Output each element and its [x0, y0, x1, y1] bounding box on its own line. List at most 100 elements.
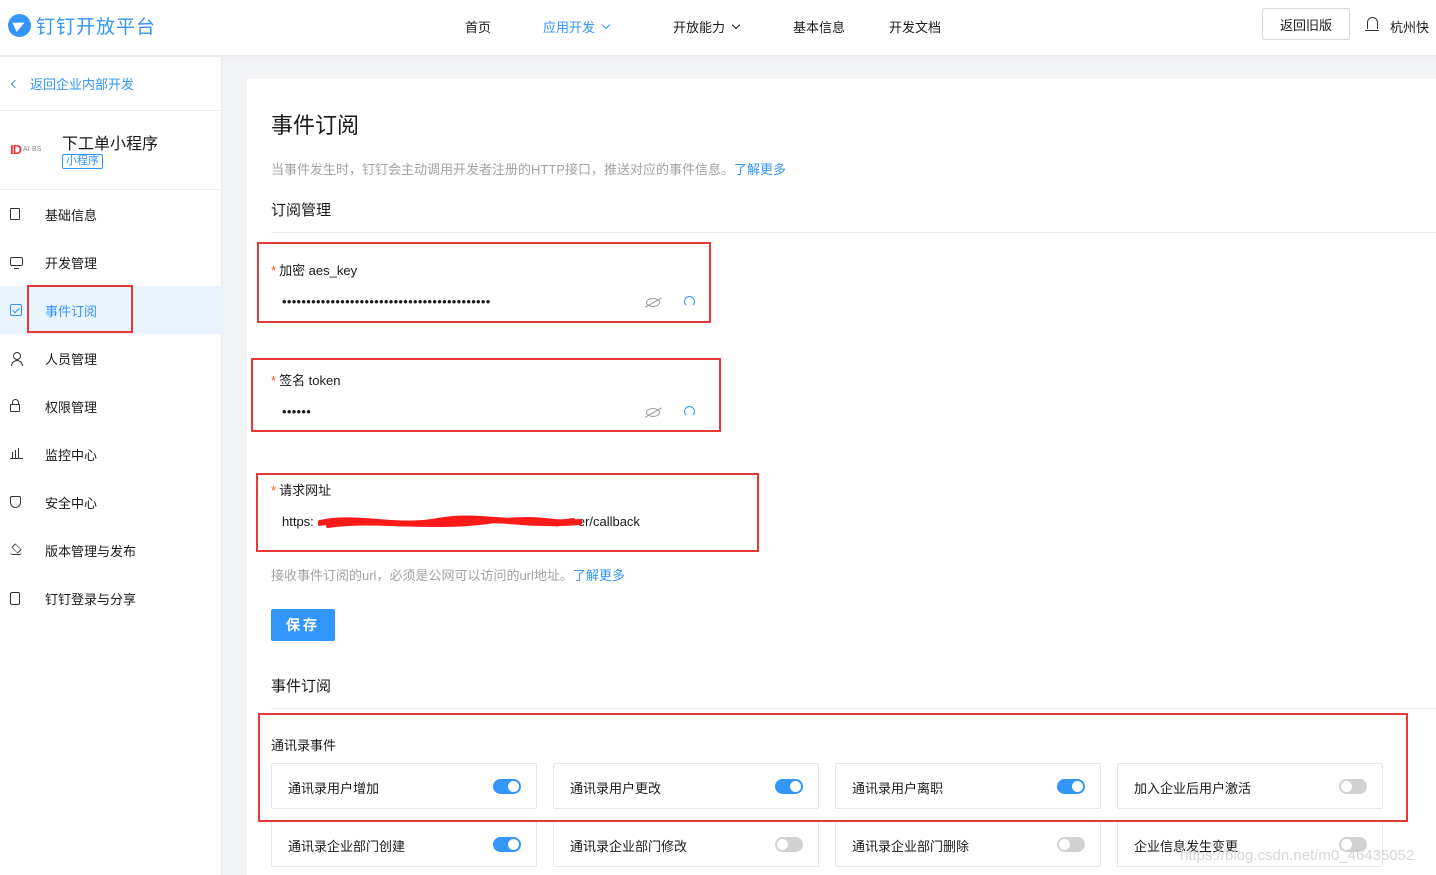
- url-hint-text: 接收事件订阅的url，必须是公网可以访问的url地址。: [271, 568, 573, 583]
- monitor-icon: [10, 257, 23, 269]
- platform-logo[interactable]: 钉钉开放平台: [8, 12, 156, 39]
- nav-open-capability[interactable]: 开放能力: [673, 17, 741, 36]
- org-name[interactable]: 杭州快: [1390, 17, 1429, 36]
- save-button[interactable]: 保存: [271, 609, 335, 641]
- sidebar-item-event-subscription[interactable]: 事件订阅: [0, 286, 222, 334]
- event-toggle-switch[interactable]: [1057, 837, 1085, 852]
- divider: [271, 708, 1436, 709]
- sidebar-item-label: 基础信息: [45, 208, 98, 223]
- refresh-icon[interactable]: [684, 296, 695, 307]
- token-label: * 签名 token: [271, 370, 340, 389]
- sidebar-item-label: 权限管理: [45, 400, 98, 415]
- event-toggle-switch[interactable]: [493, 779, 521, 794]
- nav-basic-info-label: 基本信息: [793, 20, 846, 35]
- request-url-label: * 请求网址: [271, 480, 331, 499]
- sidebar-item-label: 人员管理: [45, 352, 98, 367]
- refresh-icon[interactable]: [684, 406, 695, 417]
- divider: [0, 110, 222, 111]
- sidebar-item-label: 钉钉登录与分享: [45, 592, 137, 607]
- chevron-down-icon: [601, 20, 611, 29]
- event-toggle-switch[interactable]: [775, 837, 803, 852]
- event-toggle-switch[interactable]: [1339, 779, 1367, 794]
- learn-more-link[interactable]: 了解更多: [734, 162, 786, 177]
- sidebar-item-permissions[interactable]: 权限管理: [0, 382, 222, 430]
- sidebar-item-label: 安全中心: [45, 496, 98, 511]
- event-card-label: 通讯录企业部门修改: [570, 839, 688, 854]
- sidebar-item-versions[interactable]: 版本管理与发布: [0, 526, 222, 574]
- sidebar-item-dev-mgmt[interactable]: 开发管理: [0, 238, 222, 286]
- divider: [271, 232, 1436, 233]
- toggle-knob: [777, 839, 788, 850]
- aes-key-input[interactable]: ••••••••••••••••••••••••••••••••••••••••…: [282, 294, 491, 309]
- section-title-event-subscription: 事件订阅: [271, 678, 332, 695]
- chevron-left-icon: [10, 79, 20, 88]
- toggle-knob: [1072, 781, 1083, 792]
- toggle-knob: [790, 781, 801, 792]
- url-hint: 接收事件订阅的url，必须是公网可以访问的url地址。了解更多: [271, 565, 625, 584]
- sidebar-item-personnel[interactable]: 人员管理: [0, 334, 222, 382]
- bar-chart-icon: [10, 448, 23, 459]
- aes-key-label-text: 加密 aes_key: [279, 263, 358, 278]
- token-input[interactable]: ••••••: [282, 404, 311, 419]
- watermark: https://blog.csdn.net/m0_46435052: [1180, 847, 1415, 864]
- redaction-scribble: [318, 515, 582, 528]
- sidebar-item-monitoring[interactable]: 监控中心: [0, 430, 222, 478]
- sidebar-item-label: 监控中心: [45, 448, 98, 463]
- eye-hidden-icon[interactable]: [646, 298, 660, 307]
- main-panel: [247, 79, 1436, 875]
- page-title: 事件订阅: [271, 113, 360, 138]
- document-icon: [10, 208, 20, 220]
- back-to-internal-dev-link[interactable]: 返回企业内部开发: [10, 74, 135, 93]
- app-name: 下工单小程序: [62, 136, 159, 153]
- layers-icon: [10, 544, 22, 556]
- event-card-label: 通讯录企业部门删除: [852, 839, 970, 854]
- event-card: 通讯录用户离职: [835, 763, 1101, 809]
- app-logo-sub: AI·BS: [23, 146, 42, 153]
- toggle-knob: [1059, 839, 1070, 850]
- event-card-label: 加入企业后用户激活: [1134, 781, 1252, 796]
- event-toggle-switch[interactable]: [1057, 779, 1085, 794]
- learn-more-link[interactable]: 了解更多: [573, 568, 625, 583]
- nav-app-dev[interactable]: 应用开发: [543, 17, 611, 36]
- event-card: 通讯录用户更改: [553, 763, 819, 809]
- url-suffix: er/callback: [577, 514, 640, 529]
- event-card: 通讯录用户增加: [271, 763, 537, 809]
- nav-dev-docs-label: 开发文档: [889, 20, 942, 35]
- required-mark: *: [271, 483, 277, 498]
- shield-icon: [10, 496, 21, 508]
- back-link-label: 返回企业内部开发: [30, 77, 135, 92]
- nav-basic-info[interactable]: 基本信息: [793, 17, 845, 36]
- event-toggle-switch[interactable]: [775, 779, 803, 794]
- url-prefix: https:: [282, 514, 314, 529]
- event-card: 加入企业后用户激活: [1117, 763, 1383, 809]
- event-card-label: 通讯录用户更改: [570, 781, 662, 796]
- sidebar-item-label: 事件订阅: [45, 304, 98, 319]
- top-nav-bar: 钉钉开放平台 首页 应用开发 开放能力 基本信息 开发文档 返回旧版 杭州快: [0, 0, 1436, 56]
- page-description: 当事件发生时，钉钉会主动调用开发者注册的HTTP接口，推送对应的事件信息。了解更…: [271, 159, 786, 178]
- required-mark: *: [271, 263, 277, 278]
- section-title-subscribe-mgmt: 订阅管理: [271, 202, 332, 219]
- nav-open-capability-label: 开放能力: [673, 20, 726, 35]
- nav-app-dev-label: 应用开发: [543, 20, 596, 35]
- token-label-text: 签名 token: [279, 373, 341, 388]
- required-mark: *: [271, 373, 277, 388]
- nav-dev-docs[interactable]: 开发文档: [889, 17, 941, 36]
- sidebar-item-security[interactable]: 安全中心: [0, 478, 222, 526]
- app-type-tag: 小程序: [62, 154, 103, 169]
- sidebar-item-label: 开发管理: [45, 256, 98, 271]
- eye-hidden-icon[interactable]: [646, 408, 660, 417]
- bell-icon[interactable]: [1365, 17, 1379, 32]
- back-to-old-version-button[interactable]: 返回旧版: [1262, 8, 1350, 40]
- event-toggle-switch[interactable]: [493, 837, 521, 852]
- sidebar: 返回企业内部开发 ID AI·BS 下工单小程序 小程序 基础信息 开发管理 事…: [0, 57, 222, 875]
- event-card-label: 通讯录企业部门创建: [288, 839, 406, 854]
- event-card-label: 通讯录用户离职: [852, 781, 944, 796]
- event-card: 通讯录企业部门修改: [553, 821, 819, 867]
- toggle-knob: [508, 781, 519, 792]
- nav-home-label: 首页: [465, 20, 492, 35]
- sidebar-item-basic-info[interactable]: 基础信息: [0, 190, 222, 238]
- chevron-down-icon: [731, 20, 741, 29]
- description-text: 当事件发生时，钉钉会主动调用开发者注册的HTTP接口，推送对应的事件信息。: [271, 162, 734, 177]
- nav-home[interactable]: 首页: [465, 17, 491, 36]
- sidebar-item-login-share[interactable]: 钉钉登录与分享: [0, 574, 222, 622]
